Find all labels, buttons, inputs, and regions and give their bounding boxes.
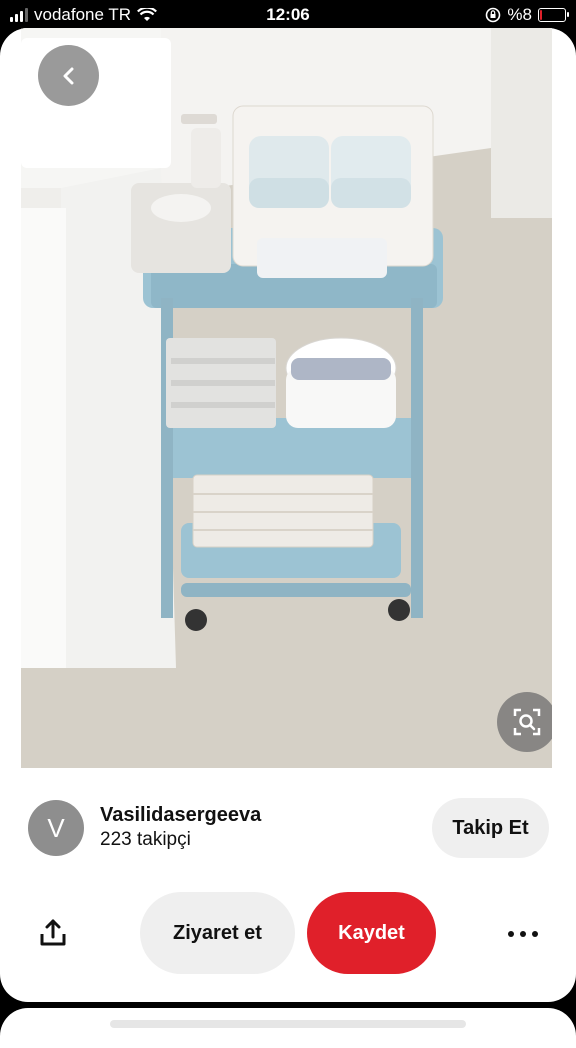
orientation-lock-icon: [486, 7, 501, 23]
battery-level: [540, 10, 542, 20]
follower-count: 223 takipçi: [100, 829, 191, 850]
battery-icon: [538, 8, 569, 22]
visual-search-button[interactable]: [497, 692, 552, 752]
pin-photo-illustration: [21, 28, 552, 768]
status-bar: vodafone TR 12:06 %8: [0, 0, 576, 30]
share-icon[interactable]: [38, 918, 68, 948]
visual-search-icon: [513, 708, 541, 736]
follow-button[interactable]: Takip Et: [432, 798, 549, 858]
visit-button[interactable]: Ziyaret et: [140, 892, 295, 974]
pin-card: V Vasilidasergeeva 223 takipçi Takip Et …: [0, 28, 576, 1002]
battery-percent: %8: [507, 5, 532, 24]
author-row[interactable]: V Vasilidasergeeva 223 takipçi: [28, 800, 261, 856]
avatar[interactable]: V: [28, 800, 84, 856]
author-name[interactable]: Vasilidasergeeva: [100, 803, 261, 827]
pin-image[interactable]: [21, 28, 552, 768]
action-bar: Ziyaret et Kaydet: [0, 892, 576, 976]
next-pin-card[interactable]: [0, 1008, 576, 1048]
chevron-left-icon: [63, 67, 73, 84]
save-button[interactable]: Kaydet: [307, 892, 436, 974]
back-button[interactable]: [38, 45, 99, 106]
more-icon[interactable]: [508, 920, 538, 948]
next-pin-handle: [110, 1020, 466, 1028]
